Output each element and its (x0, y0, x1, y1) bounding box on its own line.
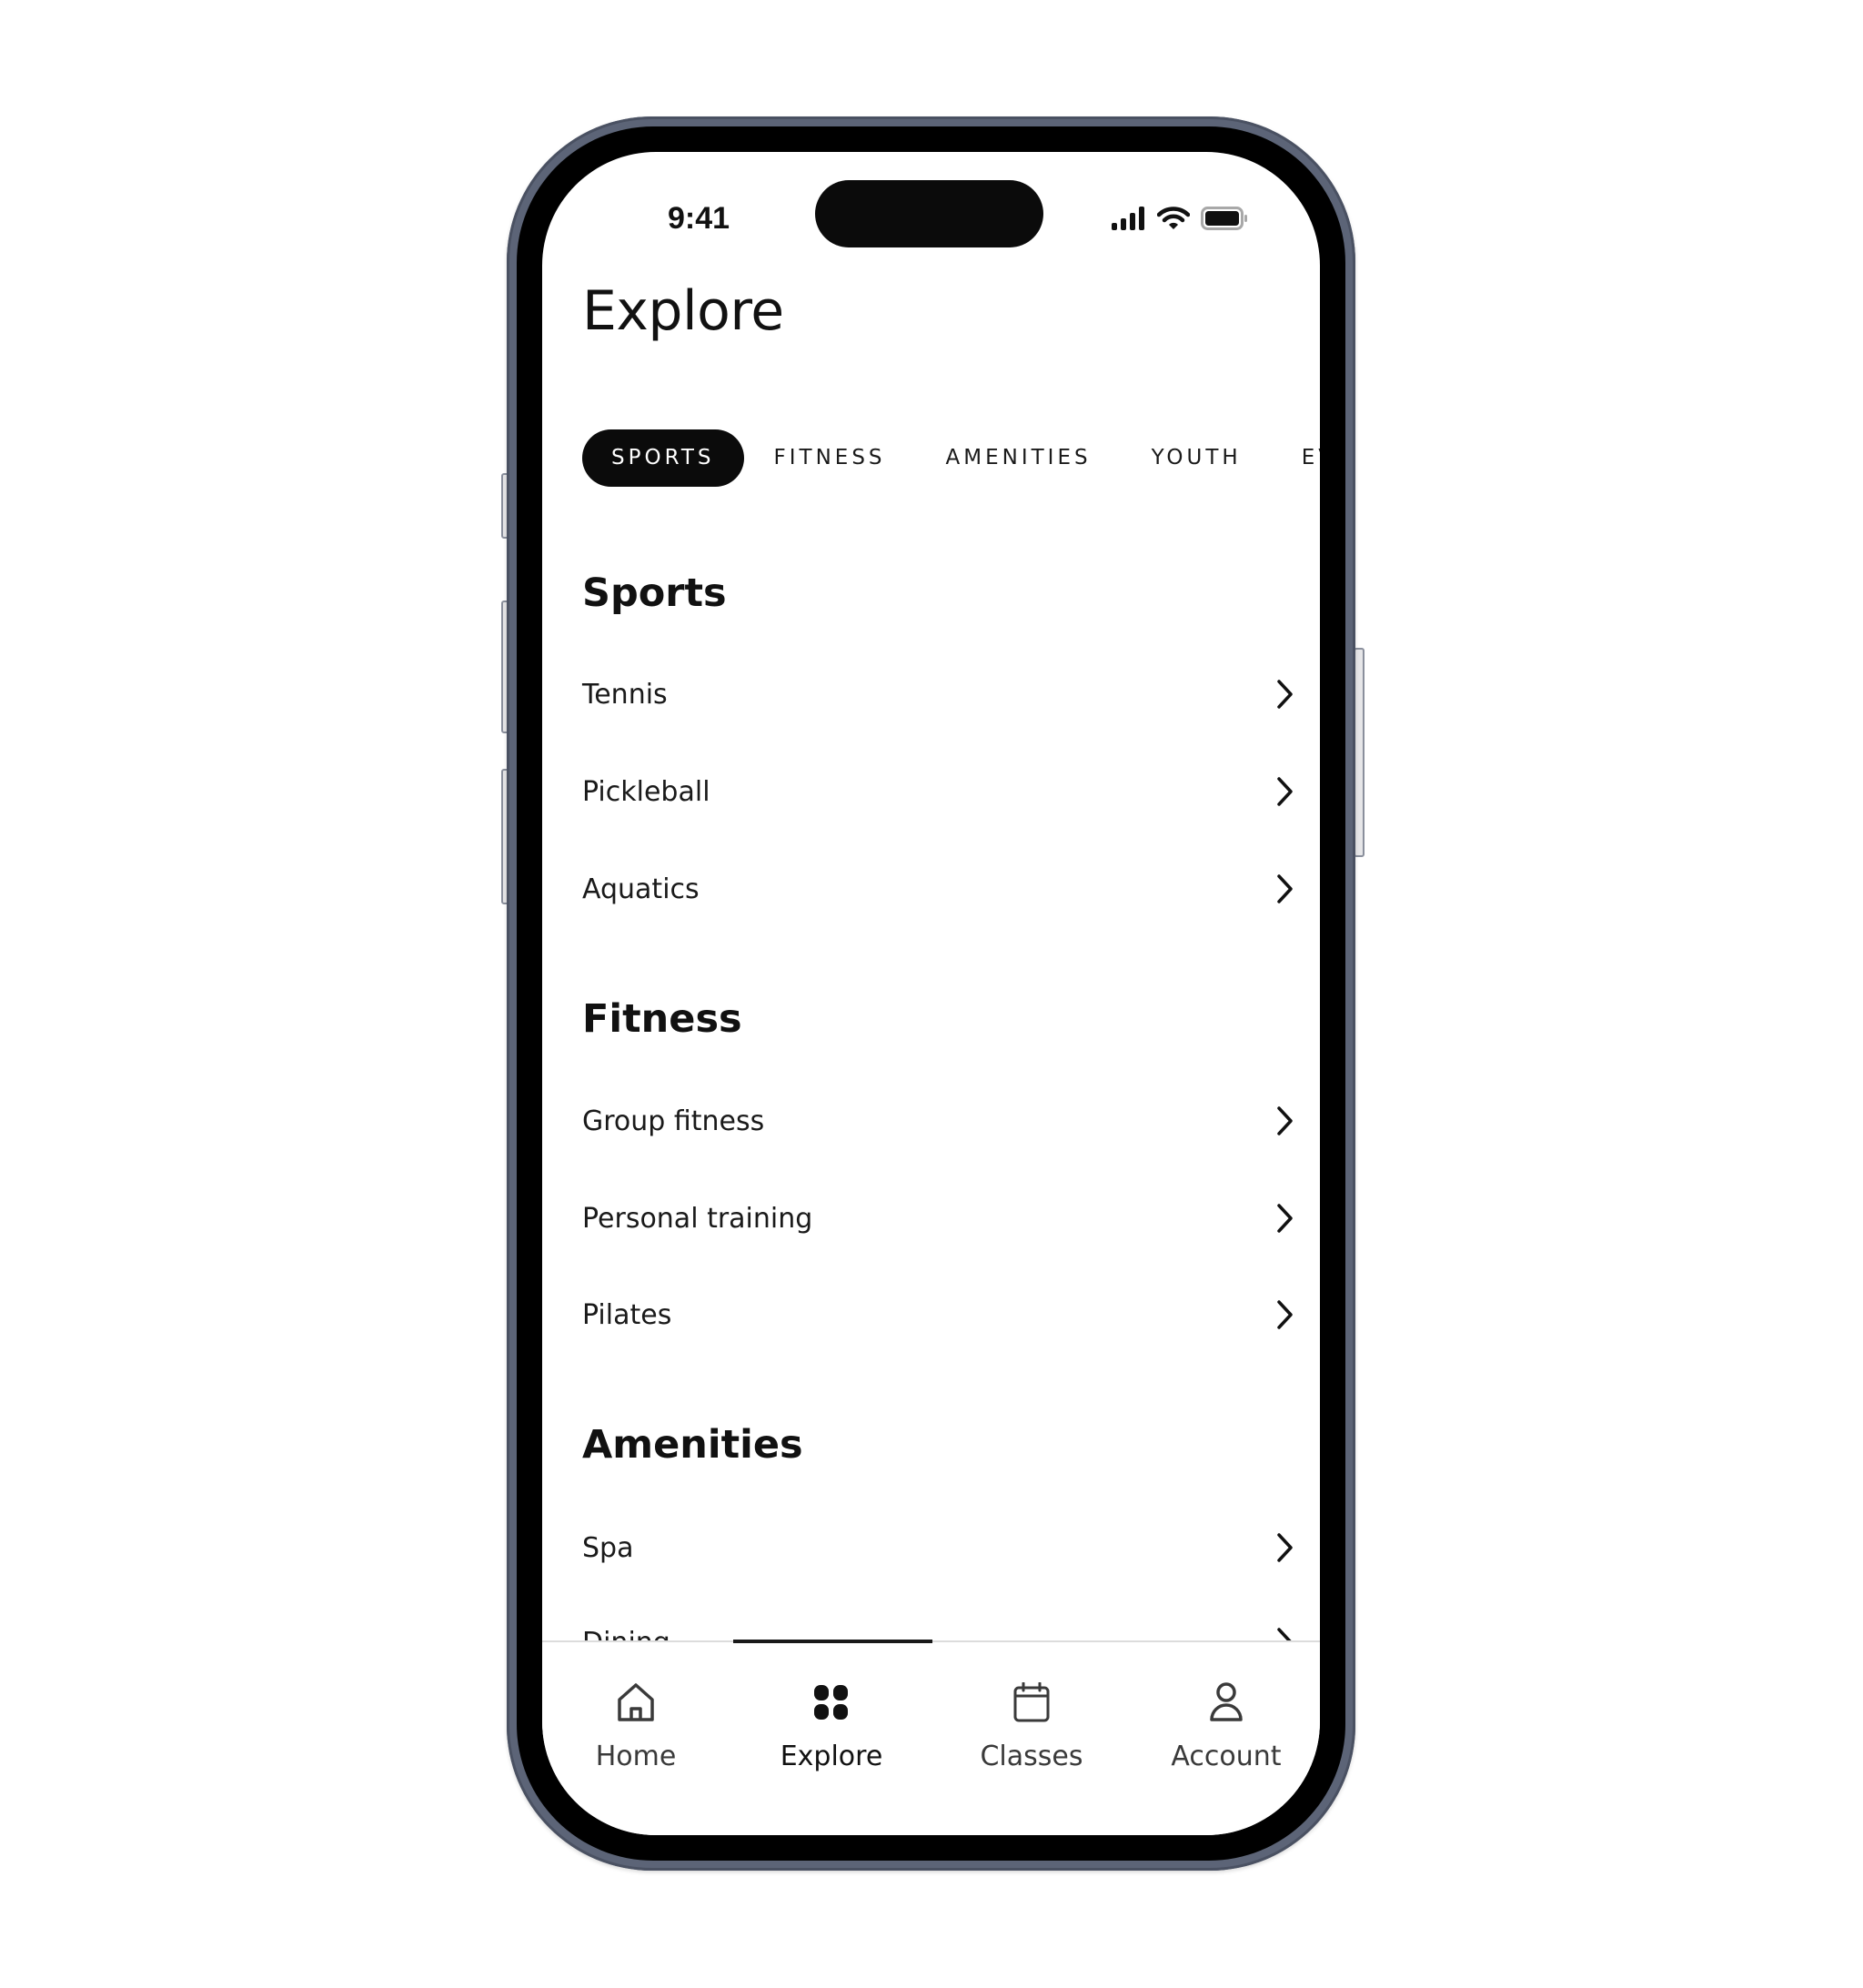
list-item-group-fitness[interactable]: Group fitness (582, 1089, 1293, 1153)
section-title-sports: Sports (582, 570, 727, 616)
chevron-right-icon (1272, 1103, 1299, 1139)
list-item-label: Spa (582, 1531, 634, 1564)
chevron-right-icon (1272, 1297, 1299, 1333)
chevron-right-icon (1272, 1529, 1299, 1566)
active-tab-indicator (733, 1640, 932, 1643)
tab-home[interactable]: Home (554, 1679, 718, 1772)
calendar-icon (1013, 1679, 1050, 1726)
tab-label: Classes (980, 1741, 1083, 1772)
chevron-right-icon (1272, 773, 1299, 810)
status-icons (1112, 207, 1248, 234)
tab-classes[interactable]: Classes (950, 1679, 1113, 1772)
list-item-pickleball[interactable]: Pickleball (582, 760, 1293, 823)
list-item-label: Tennis (582, 678, 668, 711)
category-tabs: SPORTS FITNESS AMENITIES YOUTH EVENTS (582, 429, 1320, 487)
battery-icon (1201, 207, 1248, 234)
tab-label: Home (595, 1741, 677, 1772)
tab-youth[interactable]: YOUTH (1122, 429, 1272, 487)
grid-icon (813, 1679, 850, 1726)
list-item-aquatics[interactable]: Aquatics (582, 857, 1293, 921)
tab-fitness[interactable]: FITNESS (744, 429, 916, 487)
chevron-right-icon (1272, 676, 1299, 712)
status-time: 9:41 (667, 201, 730, 236)
page-title: Explore (582, 279, 784, 343)
person-icon (1208, 1679, 1244, 1726)
tab-label: Explore (780, 1741, 883, 1772)
tab-label: Account (1171, 1741, 1282, 1772)
tab-events[interactable]: EVENTS (1272, 429, 1320, 487)
list-item-label: Group fitness (582, 1105, 765, 1137)
list-item-label: Personal training (582, 1202, 813, 1235)
tab-explore[interactable]: Explore (750, 1679, 913, 1772)
home-icon (616, 1679, 656, 1726)
list-item-tennis[interactable]: Tennis (582, 662, 1293, 726)
dynamic-island (815, 180, 1043, 247)
list-item-spa[interactable]: Spa (582, 1516, 1293, 1579)
list-item-label: Pickleball (582, 775, 710, 808)
list-item-label: Pilates (582, 1298, 672, 1331)
list-item-pilates[interactable]: Pilates (582, 1283, 1293, 1347)
chevron-right-icon (1272, 1200, 1299, 1236)
tab-sports[interactable]: SPORTS (582, 429, 744, 487)
wifi-icon (1156, 207, 1191, 234)
phone-screen: 9:41 Explore SPORTS FITNESS AMENITIES YO… (542, 152, 1320, 1835)
tab-amenities[interactable]: AMENITIES (916, 429, 1122, 487)
list-item-personal-training[interactable]: Personal training (582, 1186, 1293, 1250)
chevron-right-icon (1272, 871, 1299, 907)
list-item-label: Aquatics (582, 873, 700, 905)
bottom-tab-bar: Home Explore Classes Account (542, 1640, 1320, 1835)
tab-account[interactable]: Account (1144, 1679, 1308, 1772)
cellular-signal-icon (1112, 207, 1146, 234)
section-title-fitness: Fitness (582, 996, 742, 1042)
section-title-amenities: Amenities (582, 1422, 803, 1468)
